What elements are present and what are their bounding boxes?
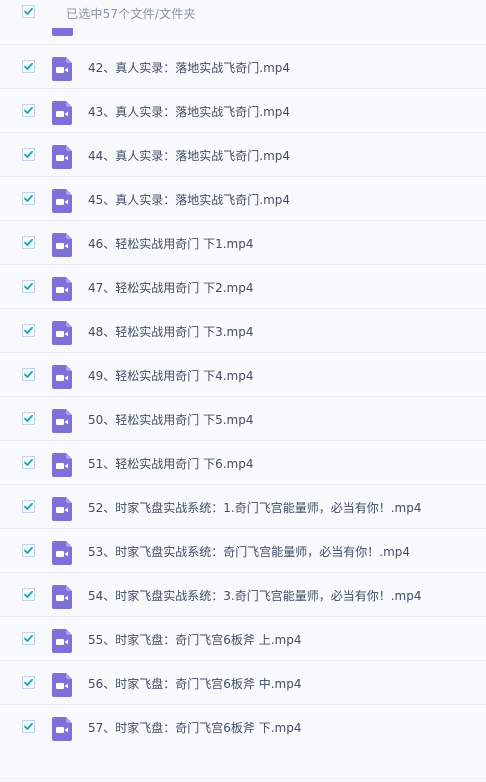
file-checkbox[interactable] [22, 456, 35, 469]
video-file-icon [52, 629, 72, 653]
divider [0, 778, 486, 779]
file-list: 42、真人实录：落地实战飞奇门.mp4 43、真人实录：落地实战飞奇门.mp4 44… [0, 44, 486, 748]
file-name[interactable]: 43、真人实录：落地实战飞奇门.mp4 [88, 103, 290, 120]
file-checkbox[interactable] [22, 720, 35, 733]
file-name[interactable]: 54、时家飞盘实战系统：3.奇门飞宫能量师，必当有你！.mp4 [88, 587, 421, 604]
check-icon [24, 370, 33, 378]
file-row[interactable]: 51、轻松实战用奇门 下6.mp4 [0, 440, 486, 484]
file-name[interactable]: 44、真人实录：落地实战飞奇门.mp4 [88, 147, 290, 164]
check-icon [24, 326, 33, 334]
file-checkbox[interactable] [22, 632, 35, 645]
file-row[interactable]: 48、轻松实战用奇门 下3.mp4 [0, 308, 486, 352]
check-icon [24, 238, 33, 246]
file-name[interactable]: 45、真人实录：落地实战飞奇门.mp4 [88, 191, 290, 208]
check-icon [24, 678, 33, 686]
file-checkbox[interactable] [22, 500, 35, 513]
video-file-icon [52, 409, 72, 433]
selection-header: 已选中57个文件/文件夹 [0, 0, 486, 28]
check-icon [24, 546, 33, 554]
file-name[interactable]: 55、时家飞盘：奇门飞宫6板斧 上.mp4 [88, 631, 301, 648]
file-name[interactable]: 47、轻松实战用奇门 下2.mp4 [88, 279, 253, 296]
check-icon [24, 722, 33, 730]
file-row[interactable]: 55、时家飞盘：奇门飞宫6板斧 上.mp4 [0, 616, 486, 660]
video-file-icon [52, 28, 73, 36]
file-checkbox[interactable] [22, 236, 35, 249]
file-checkbox[interactable] [22, 104, 35, 117]
video-file-icon [52, 57, 72, 81]
file-name[interactable]: 48、轻松实战用奇门 下3.mp4 [88, 323, 253, 340]
file-row[interactable]: 46、轻松实战用奇门 下1.mp4 [0, 220, 486, 264]
video-file-icon [52, 497, 72, 521]
check-icon [24, 150, 33, 158]
file-name[interactable]: 56、时家飞盘：奇门飞宫6板斧 中.mp4 [88, 675, 301, 692]
check-icon [24, 414, 33, 422]
file-name[interactable]: 42、真人实录：落地实战飞奇门.mp4 [88, 59, 290, 76]
file-checkbox[interactable] [22, 280, 35, 293]
select-all-checkbox[interactable] [22, 5, 35, 18]
file-checkbox[interactable] [22, 324, 35, 337]
file-row[interactable]: 52、时家飞盘实战系统：1.奇门飞宫能量师，必当有你！.mp4 [0, 484, 486, 528]
file-checkbox[interactable] [22, 60, 35, 73]
check-icon [24, 62, 33, 70]
file-row[interactable]: 54、时家飞盘实战系统：3.奇门飞宫能量师，必当有你！.mp4 [0, 572, 486, 616]
file-name[interactable]: 50、轻松实战用奇门 下5.mp4 [88, 411, 253, 428]
video-file-icon [52, 453, 72, 477]
file-checkbox[interactable] [22, 676, 35, 689]
video-file-icon [52, 101, 72, 125]
check-icon [24, 106, 33, 114]
file-row[interactable]: 43、真人实录：落地实战飞奇门.mp4 [0, 88, 486, 132]
video-file-icon [52, 233, 72, 257]
check-icon [24, 7, 33, 15]
file-row[interactable]: 47、轻松实战用奇门 下2.mp4 [0, 264, 486, 308]
video-file-icon [52, 365, 72, 389]
video-file-icon [52, 717, 72, 741]
check-icon [24, 282, 33, 290]
file-row[interactable]: 57、时家飞盘：奇门飞宫6板斧 下.mp4 [0, 704, 486, 748]
selected-count-label: 已选中57个文件/文件夹 [66, 7, 196, 21]
video-file-icon [52, 321, 72, 345]
file-name[interactable]: 57、时家飞盘：奇门飞宫6板斧 下.mp4 [88, 719, 301, 736]
file-checkbox[interactable] [22, 368, 35, 381]
file-row[interactable]: 45、真人实录：落地实战飞奇门.mp4 [0, 176, 486, 220]
check-icon [24, 458, 33, 466]
video-file-icon [52, 277, 72, 301]
check-icon [24, 634, 33, 642]
check-icon [24, 194, 33, 202]
check-icon [24, 590, 33, 598]
file-list-page: 已选中57个文件/文件夹 42、真人实录：落地实战飞奇门.mp4 43、真人实录：… [0, 0, 486, 782]
video-file-icon [52, 541, 72, 565]
file-row[interactable]: 53、时家飞盘实战系统：奇门飞宫能量师，必当有你！.mp4 [0, 528, 486, 572]
file-row[interactable]: 42、真人实录：落地实战飞奇门.mp4 [0, 44, 486, 88]
file-name[interactable]: 53、时家飞盘实战系统：奇门飞宫能量师，必当有你！.mp4 [88, 543, 410, 560]
video-file-icon [52, 585, 72, 609]
file-name[interactable]: 46、轻松实战用奇门 下1.mp4 [88, 235, 253, 252]
file-row[interactable]: 50、轻松实战用奇门 下5.mp4 [0, 396, 486, 440]
file-name[interactable]: 51、轻松实战用奇门 下6.mp4 [88, 455, 253, 472]
video-file-icon [52, 189, 72, 213]
file-row[interactable]: 49、轻松实战用奇门 下4.mp4 [0, 352, 486, 396]
file-row[interactable]: 44、真人实录：落地实战飞奇门.mp4 [0, 132, 486, 176]
check-icon [24, 502, 33, 510]
file-name[interactable]: 52、时家飞盘实战系统：1.奇门飞宫能量师，必当有你！.mp4 [88, 499, 421, 516]
file-checkbox[interactable] [22, 412, 35, 425]
file-checkbox[interactable] [22, 544, 35, 557]
file-row[interactable]: 56、时家飞盘：奇门飞宫6板斧 中.mp4 [0, 660, 486, 704]
file-name[interactable]: 49、轻松实战用奇门 下4.mp4 [88, 367, 253, 384]
file-checkbox[interactable] [22, 192, 35, 205]
video-file-icon [52, 145, 72, 169]
file-checkbox[interactable] [22, 148, 35, 161]
video-file-icon [52, 673, 72, 697]
file-checkbox[interactable] [22, 588, 35, 601]
